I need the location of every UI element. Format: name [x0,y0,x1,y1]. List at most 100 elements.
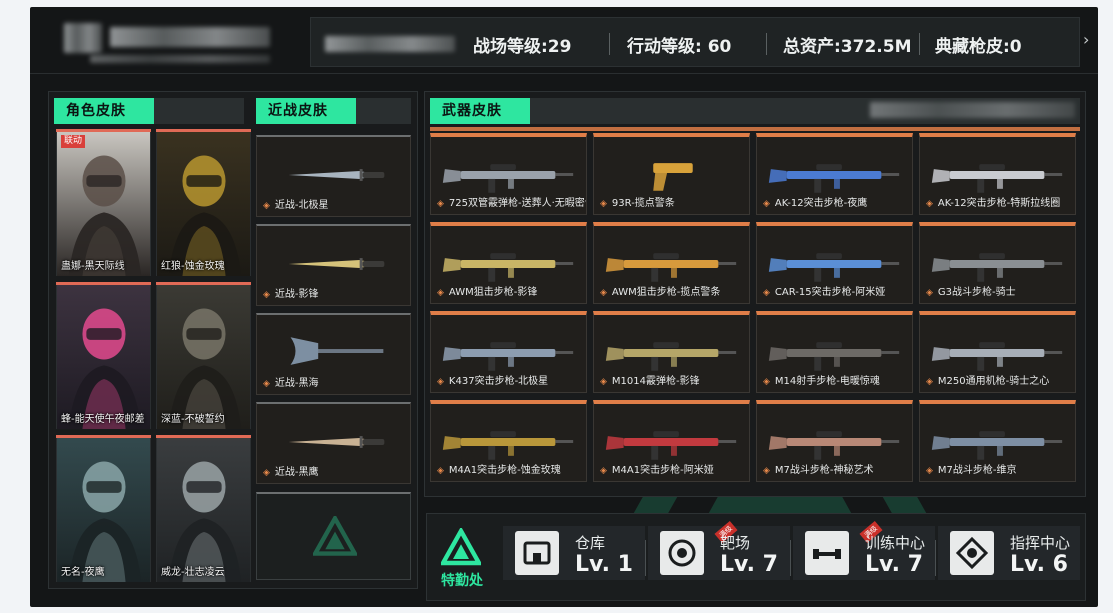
empty-melee-slot[interactable] [256,492,411,580]
weapon-name: ◈ M4A1突击步枪-蚀金玫瑰 [437,465,561,476]
weapon-name: ◈ AWM狙击步枪-影锋 [437,287,538,298]
melee-card[interactable]: ◈ 近战-影锋 [256,224,411,306]
facility-1[interactable]: 仓库 Lv. 1 [503,526,645,580]
chevron-right-icon[interactable]: › [1083,30,1089,49]
tab-melee-skins[interactable]: 近战皮肤 [256,98,356,124]
character-card[interactable]: 联动蛊娜-黑天际线 [56,129,151,276]
weapon-card[interactable]: ◈ CAR-15突击步枪-阿米娅 [756,222,913,304]
character-card[interactable]: 威龙-壮志凌云 [156,435,251,582]
divider [935,540,936,576]
facility-2[interactable]: 满级 靶场 Lv. 7 [648,520,790,580]
weapon-name: ◈ M1014霰弹枪-影锋 [600,376,700,387]
empty-slot-logo-icon [313,516,357,556]
blurred-player-id [90,55,270,63]
divider [766,33,767,55]
melee-card[interactable]: ◈ 近战-北极星 [256,135,411,217]
weapon-card[interactable]: ◈ M4A1突击步枪-蚀金玫瑰 [430,400,587,482]
divider [30,73,1098,74]
weapon-name: ◈ M4A1突击步枪-阿米娅 [600,465,714,476]
blurred-avatar [64,23,102,53]
weapon-card[interactable]: ◈ M7战斗步枪-维京 [919,400,1076,482]
weapon-name: ◈ G3战斗步枪-骑士 [926,287,1016,298]
weapon-card[interactable]: ◈ M7战斗步枪-神秘艺术 [756,400,913,482]
tab-weapon-skins[interactable]: 武器皮肤 [430,98,530,124]
character-portrait [156,132,251,276]
character-portrait [56,132,151,276]
agency-label: 特勤处 [441,573,483,589]
character-name: 蛊娜-黑天际线 [61,261,125,272]
weapon-name: ◈ CAR-15突击步枪-阿米娅 [763,287,886,298]
facility-4[interactable]: 指挥中心 Lv. 6 [938,526,1080,580]
weapon-card[interactable]: ◈ M1014霰弹枪-影锋 [593,311,750,393]
facility-name: 指挥中心 [1010,534,1071,552]
facility-level: Lv. 7 [865,552,923,577]
character-portrait [56,438,151,582]
character-card[interactable]: 深蓝-不破誓约 [156,282,251,429]
melee-name: ◈ 近战-影锋 [263,289,319,300]
target-icon [668,539,696,567]
divider [790,540,791,576]
facility-bar: 特勤处 仓库 Lv. 1 满级 靶场 Lv. 7 满级 训练中心 Lv. 7 指挥中心 Lv. 6 [426,513,1086,601]
melee-name: ◈ 近战-北极星 [263,200,329,211]
weapon-card[interactable]: ◈ AWM狙击步枪-影锋 [430,222,587,304]
facility-level: Lv. 7 [720,552,778,577]
collection-skins: 典藏枪皮:0 [935,37,1022,57]
divider [645,540,646,576]
total-assets: 总资产:372.5M [783,37,912,57]
tab-character-skins[interactable]: 角色皮肤 [54,98,154,124]
blurred-uid [325,36,455,52]
target-icon [660,531,704,575]
facility-name: 训练中心 [865,534,926,552]
weapon-name: ◈ AK-12突击步枪-特斯拉线圈 [926,198,1061,209]
weapon-name: ◈ M7战斗步枪-维京 [926,465,1017,476]
facility-name: 仓库 [575,534,606,552]
facility-name: 靶场 [720,534,751,552]
weapon-card[interactable]: ◈ AK-12突击步枪-夜鹰 [756,133,913,215]
weapon-card[interactable]: ◈ G3战斗步枪-骑士 [919,222,1076,304]
character-name: 无名-夜鹰 [61,567,105,578]
weapon-card[interactable]: ◈ M250通用机枪-骑士之心 [919,311,1076,393]
character-card[interactable]: 无名-夜鹰 [56,435,151,582]
dumbbell-icon [805,531,849,575]
player-stats: 战场等级:29 行动等级: 60 总资产:372.5M 典藏枪皮:0 [310,17,1080,67]
character-name: 深蓝-不破誓约 [161,414,225,425]
warehouse-icon [523,541,551,565]
facility-3[interactable]: 满级 训练中心 Lv. 7 [793,520,935,580]
operation-level: 行动等级: 60 [627,37,732,57]
character-card[interactable]: 红狼-蚀金玫瑰 [156,129,251,276]
weapon-name: ◈ M14射手步枪-电暖惊魂 [763,376,880,387]
weapon-card[interactable]: ◈ M4A1突击步枪-阿米娅 [593,400,750,482]
character-portrait [156,438,251,582]
weapon-name: ◈ 725双管霰弹枪-送葬人·无暇密令 [437,198,587,209]
weapon-name: ◈ AWM狙击步枪-揽点警条 [600,287,721,298]
weapon-card[interactable]: ◈ AK-12突击步枪-特斯拉线圈 [919,133,1076,215]
battlefield-level: 战场等级:29 [473,37,572,57]
collab-badge: 联动 [61,135,86,148]
weapon-card[interactable]: ◈ K437突击步枪-北极星 [430,311,587,393]
character-portrait [156,285,251,429]
weapon-name: ◈ M7战斗步枪-神秘艺术 [763,465,874,476]
character-name: 威龙-壮志凌云 [161,567,225,578]
melee-card[interactable]: ◈ 近战-黑鹰 [256,402,411,484]
facility-level: Lv. 1 [575,552,633,577]
blurred-filter-text [870,102,1075,118]
weapon-card[interactable]: ◈ 725双管霰弹枪-送葬人·无暇密令 [430,133,587,215]
weapon-header-rule [430,127,1080,131]
warehouse-icon [515,531,559,575]
command-icon [955,536,989,570]
divider [609,33,610,55]
character-name: 蜂-能天使午夜邮差 [61,414,145,425]
character-name: 红狼-蚀金玫瑰 [161,261,225,272]
blurred-player-name [110,27,270,47]
character-card[interactable]: 蜂-能天使午夜邮差 [56,282,151,429]
tab-tail [356,98,411,124]
facility-level: Lv. 6 [1010,552,1068,577]
weapon-card[interactable]: ◈ 93R-揽点警条 [593,133,750,215]
weapon-card[interactable]: ◈ M14射手步枪-电暖惊魂 [756,311,913,393]
weapon-name: ◈ AK-12突击步枪-夜鹰 [763,198,868,209]
weapon-card[interactable]: ◈ AWM狙击步枪-揽点警条 [593,222,750,304]
melee-name: ◈ 近战-黑海 [263,378,319,389]
weapon-name: ◈ K437突击步枪-北极星 [437,376,549,387]
character-portrait [56,285,151,429]
melee-card[interactable]: ◈ 近战-黑海 [256,313,411,395]
